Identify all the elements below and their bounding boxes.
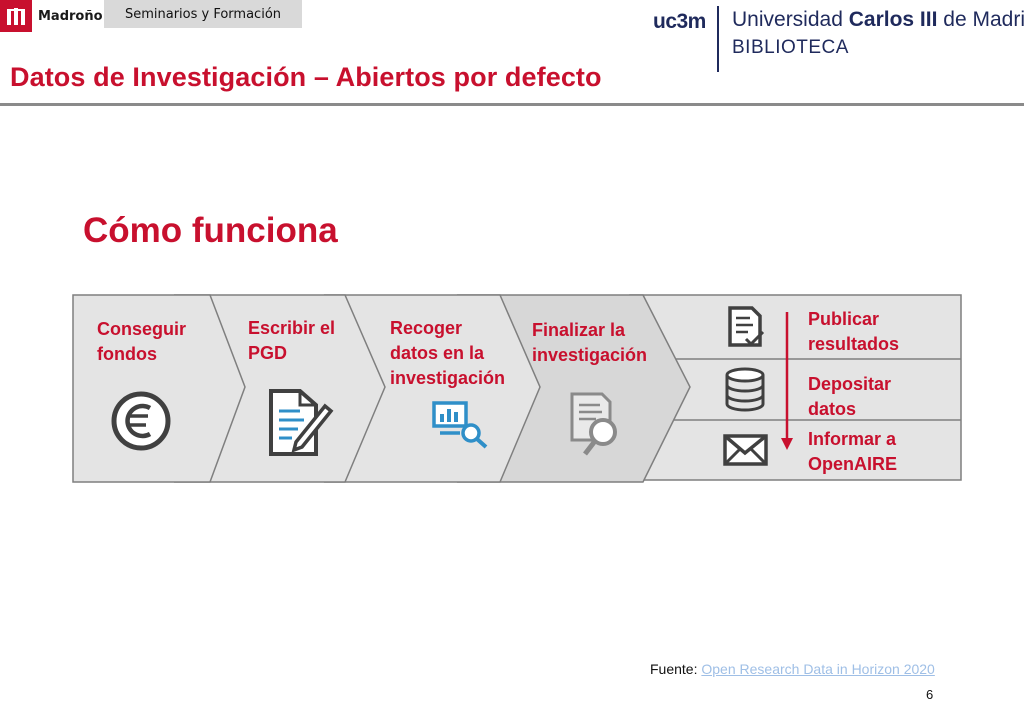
page-number: 6 <box>926 687 934 702</box>
publication-label-2: Depositar datos <box>808 374 892 419</box>
source-citation: Fuente: Open Research Data in Horizon 20… <box>650 661 935 677</box>
envelope-icon <box>723 434 768 466</box>
publication-label-1: Publicar resultados <box>808 309 900 354</box>
euro-icon <box>111 391 171 451</box>
step-label-4: Finalizar la investigación <box>532 320 648 365</box>
source-link[interactable]: Open Research Data in Horizon 2020 <box>701 661 934 677</box>
step-label-3: Recoger datos en la investigación <box>390 318 506 388</box>
step-label-2: Escribir el PGD <box>248 318 336 363</box>
source-prefix: Fuente: <box>650 661 698 677</box>
step-label-1: Conseguir fondos <box>97 319 187 364</box>
process-diagram: Conseguir fondos Escribir el PGD Recoger… <box>0 0 1024 709</box>
publication-label-3: Informar a OpenAIRE <box>808 429 898 474</box>
document-check-icon <box>728 306 765 347</box>
